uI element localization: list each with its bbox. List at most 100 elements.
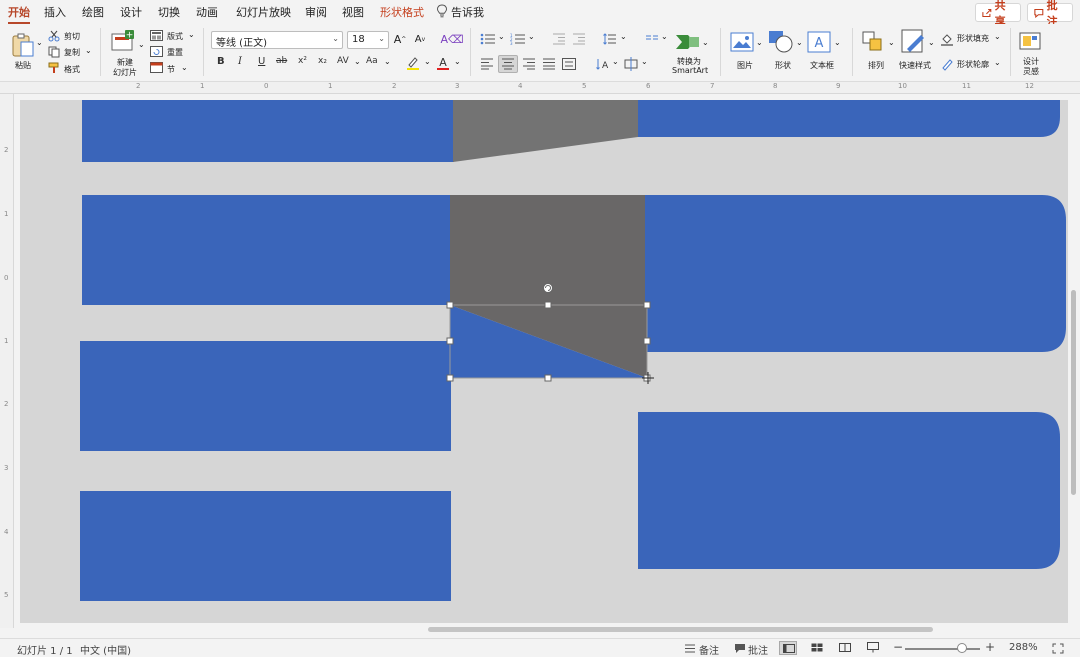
chevron-down-icon[interactable]: ⌄ [454,57,461,66]
resize-handle[interactable] [544,301,552,309]
text-direction-icon[interactable]: A [596,57,610,71]
grow-font-icon[interactable]: A ^ [393,32,407,46]
section-icon[interactable] [150,62,163,73]
character-spacing-button[interactable]: AV [337,56,349,66]
comments-status-button[interactable]: 批注 [748,642,768,657]
line-spacing-icon[interactable] [603,33,617,45]
clear-formatting-icon[interactable]: A⌫ [440,32,463,46]
comments-button[interactable]: 批注 [1027,0,1073,28]
slide-canvas[interactable] [20,100,1068,623]
chevron-down-icon[interactable]: ⌄ [994,58,1001,67]
tab-home[interactable]: 开始 [8,4,30,24]
copy-icon[interactable] [48,46,60,58]
decrease-indent-icon[interactable] [552,33,566,45]
align-text-icon[interactable] [624,57,638,71]
arrange-icon[interactable] [862,31,886,53]
paste-icon[interactable] [10,32,36,58]
resize-handle[interactable] [446,301,454,309]
resize-handle[interactable] [446,374,454,382]
tab-tell-me[interactable]: 告诉我 [451,4,484,20]
cut-icon[interactable] [48,30,60,42]
shape-blue-rounded-rect[interactable] [645,195,1066,352]
quick-styles-icon[interactable] [901,29,927,55]
chevron-down-icon[interactable]: ⌄ [928,38,935,47]
paste-dropdown-icon[interactable]: ⌄ [36,38,43,47]
highlight-icon[interactable] [406,56,420,70]
tab-transitions[interactable]: 切换 [158,4,180,20]
copy-dropdown-icon[interactable]: ⌄ [85,46,92,55]
language-indicator[interactable]: 中文 (中国) [80,642,131,657]
new-slide-icon[interactable]: + [110,30,136,54]
chevron-down-icon[interactable]: ⌄ [888,38,895,47]
shrink-font-icon[interactable]: Av [413,32,427,46]
align-right-icon[interactable] [522,58,536,70]
chevron-down-icon[interactable]: ⌄ [354,57,361,66]
shape-fill-icon[interactable] [940,32,954,46]
notes-button[interactable]: 备注 [699,642,719,657]
font-size-select[interactable]: 18 ⌄ [347,31,389,49]
resize-handle[interactable] [643,301,651,309]
shapes-icon[interactable] [768,30,794,54]
slide-sorter-button[interactable] [808,641,826,655]
new-slide-dropdown-icon[interactable]: ⌄ [138,40,145,49]
chevron-down-icon[interactable]: ⌄ [424,57,431,66]
chevron-down-icon[interactable]: ⌄ [702,38,709,47]
chevron-down-icon[interactable]: ⌄ [834,38,841,47]
zoom-in-button[interactable]: + [985,640,995,654]
textbox-icon[interactable]: A [807,31,831,53]
numbering-icon[interactable]: 123 [510,33,526,45]
tab-shape-format[interactable]: 形状格式 [380,4,424,20]
tab-draw[interactable]: 绘图 [82,4,104,20]
tab-slideshow[interactable]: 幻灯片放映 [236,4,291,20]
chevron-down-icon[interactable]: ⌄ [661,32,668,41]
vertical-scrollbar[interactable] [1069,100,1078,623]
font-color-icon[interactable]: A [436,56,450,70]
columns-icon[interactable] [645,33,659,45]
strikethrough-button[interactable]: ab [276,56,287,66]
superscript-button[interactable]: x² [298,56,307,66]
share-button[interactable]: 共享 [975,0,1021,28]
align-center-button[interactable] [498,55,518,73]
chevron-down-icon[interactable]: ⌄ [796,38,803,47]
italic-button[interactable]: I [238,56,242,67]
zoom-out-button[interactable]: − [893,640,903,654]
chevron-down-icon[interactable]: ⌄ [756,38,763,47]
zoom-slider-knob[interactable] [957,643,967,653]
shape-blue-rect[interactable] [82,100,454,162]
underline-button[interactable]: U [258,56,265,67]
layout-dropdown-icon[interactable]: ⌄ [188,30,195,39]
picture-icon[interactable] [730,32,754,52]
slideshow-button[interactable] [864,641,882,655]
section-dropdown-icon[interactable]: ⌄ [181,63,188,72]
rotate-handle-icon[interactable] [543,283,553,293]
shape-blue-rounded-rect[interactable] [638,100,1060,137]
resize-handle[interactable] [544,374,552,382]
chevron-down-icon[interactable]: ⌄ [384,57,391,66]
chevron-down-icon[interactable]: ⌄ [994,32,1001,41]
subscript-button[interactable]: x₂ [318,56,327,66]
shape-blue-rect[interactable] [82,195,452,305]
zoom-slider[interactable] [905,648,980,650]
tab-insert[interactable]: 插入 [44,4,66,20]
bullets-icon[interactable] [480,33,496,45]
format-painter-icon[interactable] [48,62,60,74]
increase-indent-icon[interactable] [572,33,586,45]
smartart-icon[interactable] [674,31,700,53]
chevron-down-icon[interactable]: ⌄ [498,32,505,41]
font-name-select[interactable]: 等线 (正文) ⌄ [211,31,343,49]
change-case-button[interactable]: Aa [366,56,378,66]
chevron-down-icon[interactable]: ⌄ [612,57,619,66]
shape-gray-trapezoid[interactable] [453,100,638,162]
distributed-icon[interactable] [562,58,576,70]
chevron-down-icon[interactable]: ⌄ [528,32,535,41]
reset-icon[interactable] [150,46,163,57]
scroll-thumb[interactable] [1071,290,1076,495]
tab-design[interactable]: 设计 [120,4,142,20]
horizontal-scrollbar[interactable] [20,626,1068,634]
fit-to-window-icon[interactable] [1052,643,1064,654]
resize-handle[interactable] [643,337,651,345]
tab-animations[interactable]: 动画 [196,4,218,20]
shape-outline-icon[interactable] [940,57,954,71]
design-ideas-icon[interactable] [1019,29,1043,53]
chevron-down-icon[interactable]: ⌄ [641,57,648,66]
